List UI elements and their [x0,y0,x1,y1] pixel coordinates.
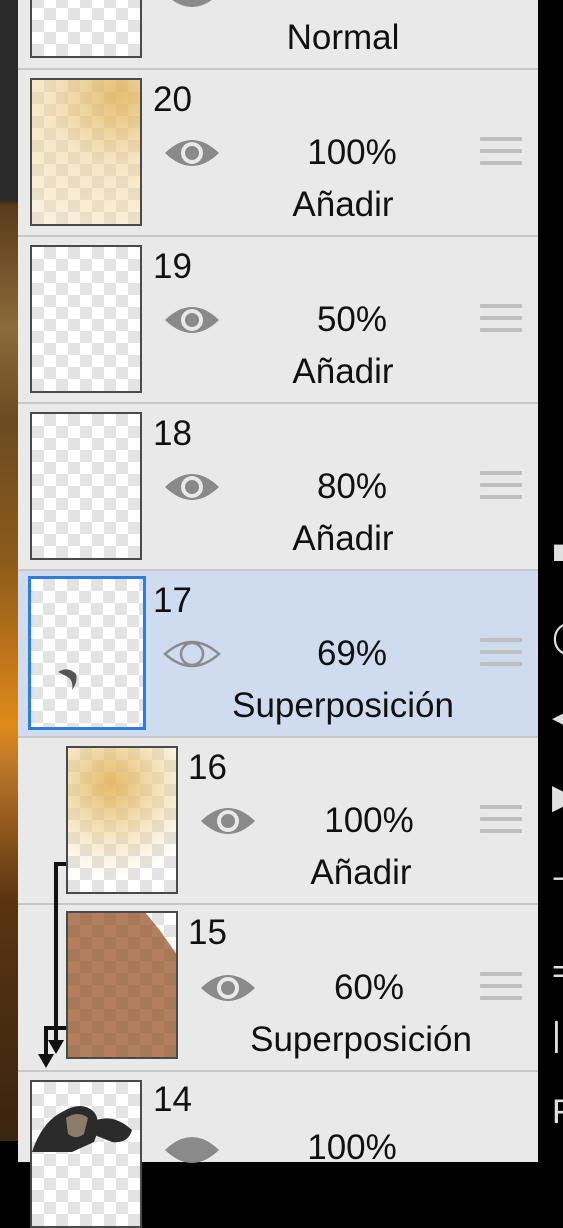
eye-icon[interactable] [162,634,222,674]
eye-icon[interactable] [162,467,222,507]
drag-handle-icon[interactable] [480,471,522,511]
layer-number: 14 [153,1080,192,1119]
drag-handle-icon[interactable] [480,0,522,32]
tool-icon[interactable]: − [552,862,563,896]
eye-icon[interactable] [162,1130,222,1170]
layer-opacity[interactable]: 50% [282,302,422,337]
eye-icon[interactable] [198,801,258,841]
layers-panel[interactable]: Normal 20 100% Añadir 19 50% Añadir 18 8… [18,0,538,1228]
canvas-background-strip [0,0,18,1141]
layer-thumbnail[interactable] [30,78,142,226]
eye-icon[interactable] [162,300,222,340]
layer-row-14[interactable]: 14 100% [18,1072,538,1228]
drag-handle-icon[interactable] [480,304,522,344]
layer-thumbnail[interactable] [66,746,178,894]
layer-number: 20 [153,80,192,119]
layer-row-16[interactable]: 16 100% Añadir [18,738,538,905]
layer-thumbnail[interactable] [66,911,178,1059]
clipping-arrow-icon [38,862,66,1068]
tool-icon[interactable]: F [552,1095,563,1129]
layer-number: 16 [188,748,227,787]
layer-blend-mode[interactable]: Añadir [193,187,493,222]
eye-icon[interactable] [162,133,222,173]
layer-thumbnail[interactable] [30,245,142,393]
drag-handle-icon[interactable] [480,638,522,678]
layer-opacity[interactable]: 69% [282,636,422,671]
layer-number: 17 [153,581,192,620]
layer-row-18[interactable]: 18 80% Añadir [18,404,538,571]
layer-number: 19 [153,247,192,286]
layer-thumbnail[interactable] [30,1080,142,1228]
layer-number: 15 [188,913,227,952]
drag-handle-icon[interactable] [480,137,522,177]
sketch-mark [58,669,77,690]
drag-handle-icon[interactable] [480,805,522,845]
drag-handle-icon[interactable] [480,972,522,1012]
layer-blend-mode[interactable]: Añadir [193,354,493,389]
character-sketch [32,1106,132,1152]
tool-icon[interactable]: | [552,1018,561,1052]
layer-opacity[interactable]: 80% [282,469,422,504]
layer-opacity[interactable]: 100% [282,135,422,170]
arrow-left-icon[interactable]: ◀ [552,700,563,734]
layer-blend-mode[interactable]: Añadir [211,855,511,890]
layer-row-15[interactable]: 15 60% Superposición [18,905,538,1072]
layer-thumbnail[interactable] [28,576,146,730]
layer-row-top[interactable]: Normal [18,0,538,70]
layer-blend-mode[interactable]: Superposición [193,688,493,723]
layer-thumbnail[interactable] [30,0,142,58]
layer-opacity[interactable]: 100% [282,1130,422,1165]
layer-thumbnail[interactable] [30,412,142,560]
layer-row-17[interactable]: 17 69% Superposición [18,571,538,738]
layer-row-20[interactable]: 20 100% Añadir [18,70,538,237]
tool-icon[interactable]: ■ [552,535,563,569]
layer-blend-mode[interactable]: Superposición [211,1022,511,1057]
tool-icon[interactable]: = [552,955,563,989]
layer-blend-mode[interactable]: Normal [193,20,493,55]
tool-icon[interactable]: ◯ [552,620,563,654]
layer-row-19[interactable]: 19 50% Añadir [18,237,538,404]
play-icon[interactable]: ▶ [552,780,563,814]
layer-opacity[interactable]: 100% [299,803,439,838]
layer-opacity[interactable]: 60% [299,970,439,1005]
eye-icon[interactable] [198,968,258,1008]
layer-number: 18 [153,414,192,453]
layer-blend-mode[interactable]: Añadir [193,521,493,556]
eye-icon[interactable] [162,0,222,14]
